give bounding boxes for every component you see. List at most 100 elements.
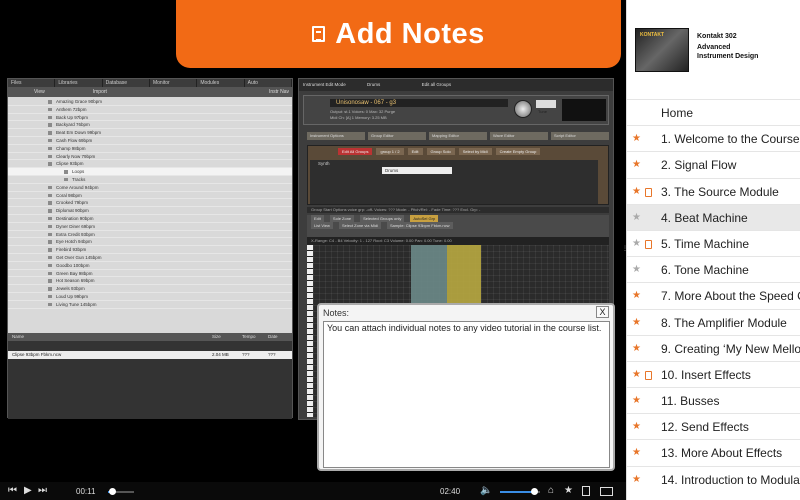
notes-textarea[interactable]: You can attach individual notes to any v… [323, 321, 610, 468]
autosel-grp-button: AutoSel Grp [410, 215, 439, 222]
lesson-item[interactable]: ★ 13. More About Effects [627, 439, 800, 465]
lesson-item[interactable]: ★ 10. Insert Effects [627, 360, 800, 388]
lesson-item[interactable]: ★ 9. Creating ‘My New Mellot [627, 334, 800, 362]
play-icon[interactable]: ▶ [24, 486, 32, 496]
file-tree-item: Hot Season 69bpm [8, 277, 292, 286]
favorite-star-icon[interactable]: ★ [632, 467, 641, 493]
home-icon[interactable]: ⌂ [548, 486, 554, 496]
notes-icon[interactable] [582, 486, 590, 496]
kontakt-topbar: Instrument Edit Mode Drums Edit all Grou… [299, 79, 613, 91]
list-view-button: List View [311, 222, 333, 229]
file-tree-item: Diplomat 90bpm [8, 207, 292, 215]
file-row: Clipse 93bpm Fbkm.ncw 2.04 MB ??? ??? [8, 351, 292, 359]
skip-back-icon[interactable]: ⏮ [8, 486, 17, 496]
volume-thumb[interactable] [531, 488, 538, 495]
group-solo-button: Group Solo [426, 148, 455, 155]
file-date: ??? [268, 352, 276, 357]
create-empty-group-button: Create Empty Group [495, 148, 541, 155]
group-item: Synth [318, 161, 330, 166]
lesson-label: 2. Signal Flow [661, 158, 737, 173]
course-title-line1: Advanced [697, 44, 731, 51]
lesson-item[interactable]: ★ 1. Welcome to the Course [627, 125, 800, 151]
file-tree-item: Clipse 93bpm [8, 160, 292, 169]
favorite-star-icon[interactable]: ★ [632, 231, 641, 257]
lesson-item[interactable]: ★ 12. Send Effects [627, 413, 800, 439]
favorite-star-icon[interactable]: ★ [632, 440, 641, 466]
favorite-star-icon[interactable]: ★ [632, 283, 641, 309]
star-icon[interactable]: ★ [564, 486, 573, 496]
col-tempo: Tempo [242, 334, 256, 339]
mapping-toolbar-1: Edit Sole Zone Selected Groups only Auto… [307, 215, 609, 222]
keyboard-strip [307, 245, 313, 417]
fullscreen-icon[interactable] [600, 487, 613, 496]
document-icon [312, 26, 326, 42]
level-meter [562, 99, 606, 121]
sole-zone-button: Sole Zone [329, 215, 355, 222]
file-tree-item: Destination 90bpm [8, 215, 292, 223]
favorite-star-icon[interactable]: ★ [632, 362, 641, 388]
group-selector: group 1 / 2 [376, 148, 404, 155]
col-size: Size [212, 334, 221, 339]
favorite-star-icon[interactable]: ★ [632, 257, 641, 283]
lesson-item[interactable]: ★ 4. Beat Machine [627, 203, 800, 231]
add-notes-banner: Add Notes [176, 0, 621, 68]
tab-files: Files [8, 79, 56, 87]
tab-instrument-options: Instrument Options [307, 132, 365, 140]
lesson-item[interactable]: ★ 7. More About the Speed C [627, 282, 800, 308]
lesson-label: 9. Creating ‘My New Mellot [661, 341, 800, 356]
lesson-item[interactable]: ★ 6. Tone Machine [627, 256, 800, 282]
file-tree-item: Firebird 93bpm [8, 246, 292, 254]
favorite-star-icon[interactable]: ★ [632, 310, 641, 336]
file-tree-item: Loud Up 99bpm [8, 293, 292, 301]
file-tree-item: Get Over Gun 145bpm [8, 254, 292, 262]
volume-fill [500, 491, 534, 493]
lesson-label: 14. Introduction to Modulat [661, 472, 800, 487]
home-item[interactable]: Home [627, 99, 800, 125]
favorite-star-icon[interactable]: ★ [632, 336, 641, 362]
volume-slider[interactable] [500, 488, 540, 495]
instrument-header: Unisonosaw - 067 - g3 Output: st.1 Voice… [303, 95, 609, 125]
banner-title: Add Notes [335, 17, 485, 50]
close-notes-button[interactable]: X [596, 306, 609, 318]
file-tree-item: Anthem 72bpm [8, 106, 292, 114]
file-tree-item: Clearly Now 79bpm [8, 153, 292, 161]
lesson-item[interactable]: ★ 14. Introduction to Modulat [627, 465, 800, 493]
note-icon [645, 187, 652, 197]
edit-mode-label: Instrument Edit Mode [303, 82, 346, 87]
tune-display: Tune [536, 100, 556, 114]
lesson-label: 4. Beat Machine [661, 210, 748, 225]
tune-knob [514, 100, 532, 118]
lesson-item[interactable]: ★ 5. Time Machine [627, 229, 800, 257]
favorite-star-icon[interactable]: ★ [632, 414, 641, 440]
file-tree-item: Dyner Diner 69bpm [8, 223, 292, 231]
favorite-star-icon[interactable]: ★ [632, 126, 641, 152]
progress-thumb[interactable] [109, 488, 117, 495]
file-tree-item: Eye Hotch 94bpm [8, 238, 292, 247]
lesson-item[interactable]: ★ 2. Signal Flow [627, 151, 800, 177]
lesson-label: 8. The Amplifier Module [661, 315, 787, 330]
tab-mapping-editor: Mapping Editor [429, 132, 487, 140]
skip-forward-icon[interactable]: ⏭ [38, 486, 47, 496]
lesson-label: 12. Send Effects [661, 420, 749, 435]
lesson-item[interactable]: ★ 11. Busses [627, 387, 800, 413]
favorite-star-icon[interactable]: ★ [632, 152, 641, 178]
file-tempo: ??? [242, 352, 250, 357]
group-edit-menu: Edit [407, 148, 423, 155]
favorite-star-icon[interactable]: ★ [632, 205, 641, 231]
home-label: Home [661, 106, 694, 120]
video-area[interactable]: Add Notes Files Libraries Database Monit… [0, 0, 626, 500]
progress-bar[interactable] [108, 488, 134, 495]
file-detail-list: Name Size Tempo Date Clipse 93bpm Fbkm.n… [8, 333, 292, 419]
tab-wave-editor: Wave Editor [490, 132, 548, 140]
lesson-item[interactable]: ★ 3. The Source Module [627, 177, 800, 205]
lesson-label: 10. Insert Effects [661, 367, 751, 382]
volume-icon[interactable]: 🔈 [480, 486, 492, 496]
file-tree-item: Extra Credit 93bpm [8, 231, 292, 239]
favorite-star-icon[interactable]: ★ [632, 179, 641, 205]
select-by-midi-button: Select by Midi [458, 148, 492, 155]
file-tree-item: Jewels 93bpm [8, 285, 292, 293]
notes-popup: Notes: X You can attach individual notes… [317, 303, 615, 471]
lesson-item[interactable]: ★ 8. The Amplifier Module [627, 308, 800, 336]
file-tree-item: Coral 98bpm [8, 192, 292, 200]
favorite-star-icon[interactable]: ★ [632, 388, 641, 414]
